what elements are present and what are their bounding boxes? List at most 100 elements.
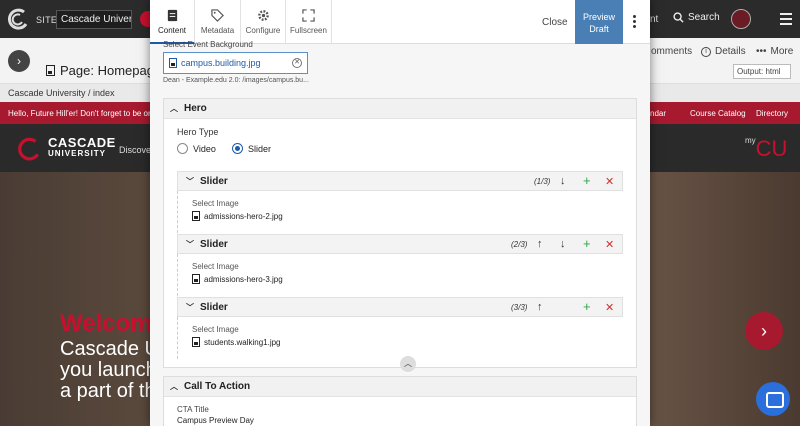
slider-title: Slider	[200, 238, 228, 250]
tag-icon	[211, 9, 224, 22]
slider-header[interactable]: ﹀ Slider (2/3) ↑ ↓ + ✕	[177, 234, 623, 254]
tab-metadata-label: Metadata	[200, 26, 235, 35]
radio-video-label: Video	[193, 143, 216, 154]
add-icon[interactable]: +	[583, 173, 591, 188]
slider-count: (1/3)	[534, 177, 551, 186]
tab-configure[interactable]: Configure	[241, 0, 286, 44]
hero-next-button[interactable]: ›	[745, 312, 783, 350]
cta-title-value[interactable]: Campus Preview Day	[177, 416, 254, 425]
cascade-logo-icon[interactable]	[6, 7, 30, 31]
file-path: Dean - Example.edu 2.0: /images/campus.b…	[163, 77, 309, 84]
chevron-right-icon[interactable]: ›	[8, 50, 30, 72]
comments-label: omments	[651, 46, 693, 57]
move-down-icon[interactable]: ↓	[560, 238, 566, 250]
preview-draft-button[interactable]: Preview Draft	[575, 0, 623, 44]
slider-content: Select Image students.walking1.jpg	[177, 317, 623, 359]
details-link[interactable]: i Details	[701, 46, 746, 57]
chevron-down-icon: ﹀	[186, 302, 194, 312]
slider-count: (2/3)	[511, 240, 528, 249]
slider-count: (3/3)	[511, 303, 528, 312]
alert-link-directory[interactable]: Directory	[756, 109, 788, 118]
add-icon[interactable]: +	[583, 236, 591, 251]
chat-icon[interactable]	[756, 382, 790, 416]
selected-image-name: admissions-hero-2.jpg	[204, 211, 283, 221]
tab-metadata[interactable]: Metadata	[195, 0, 241, 44]
selected-image[interactable]: admissions-hero-3.jpg	[192, 274, 609, 284]
alert-link-calendar[interactable]: ndar	[650, 109, 666, 118]
output-select[interactable]: Output: html	[733, 64, 791, 79]
document-icon	[167, 9, 177, 22]
tab-content[interactable]: Content	[150, 0, 195, 44]
radio-slider-label: Slider	[248, 143, 272, 154]
slider-title: Slider	[200, 301, 228, 313]
more-label: More	[770, 46, 794, 57]
move-up-icon[interactable]: ↑	[537, 238, 543, 250]
move-down-icon[interactable]: ↓	[560, 175, 566, 187]
clear-file-icon[interactable]: ✕	[292, 58, 302, 68]
mycu-text: CU	[755, 136, 788, 161]
preview-label: Preview	[582, 12, 615, 22]
university-logo-icon	[18, 137, 40, 161]
university-logo-text: CASCADE UNIVERSITY	[48, 136, 116, 159]
select-image-label: Select Image	[192, 199, 239, 208]
delete-icon[interactable]: ✕	[605, 301, 614, 314]
selected-image[interactable]: admissions-hero-2.jpg	[192, 211, 609, 221]
more-dots-icon: •••	[756, 46, 767, 57]
info-icon: i	[701, 46, 711, 57]
avatar[interactable]	[731, 9, 751, 29]
draft-label: Draft	[589, 24, 609, 34]
selected-image-name: students.walking1.jpg	[204, 337, 281, 347]
hero-type-label: Hero Type	[177, 127, 219, 137]
close-button[interactable]: Close	[542, 17, 568, 28]
comments-link[interactable]: omments	[651, 46, 692, 57]
image-file-icon	[169, 58, 177, 68]
hero-section-title: Hero	[184, 103, 207, 114]
tab-configure-label: Configure	[245, 26, 281, 35]
slider-header[interactable]: ﹀ Slider (1/3) ↓ + ✕	[177, 171, 623, 191]
slider-item: ﹀ Slider (1/3) ↓ + ✕ Select Image admiss…	[177, 171, 623, 233]
search-button[interactable]: Search	[673, 12, 720, 23]
image-file-icon	[192, 337, 200, 347]
selected-image-name: admissions-hero-3.jpg	[204, 274, 283, 284]
selected-image[interactable]: students.walking1.jpg	[192, 337, 609, 347]
edit-modal: Content Metadata Configure Fullscreen Cl…	[150, 0, 650, 426]
topbar-truncated-text: nt	[650, 14, 659, 25]
file-chip-name: campus.building.jpg	[181, 58, 261, 68]
hero-section-header[interactable]: ︿ Hero	[164, 99, 636, 119]
radio-video[interactable]: Video	[177, 143, 216, 154]
kebab-menu-icon[interactable]	[633, 15, 636, 30]
add-icon[interactable]: +	[583, 299, 591, 314]
collapse-section-icon[interactable]: ︿	[400, 356, 416, 372]
delete-icon[interactable]: ✕	[605, 238, 614, 251]
image-file-icon	[192, 274, 200, 284]
slider-title: Slider	[200, 175, 228, 187]
hero-section: ︿ Hero Hero Type Video Slider ﹀ Slider (…	[163, 98, 637, 368]
delete-icon[interactable]: ✕	[605, 175, 614, 188]
site-select[interactable]: Cascade University	[56, 10, 132, 29]
tab-fullscreen[interactable]: Fullscreen	[286, 0, 332, 44]
radio-slider-control[interactable]	[232, 143, 243, 154]
menu-icon[interactable]	[780, 13, 792, 28]
chevron-down-icon: ﹀	[186, 176, 194, 186]
slider-content: Select Image admissions-hero-2.jpg	[177, 191, 623, 233]
mycu-prefix: my	[745, 136, 756, 145]
select-image-label: Select Image	[192, 325, 239, 334]
mycu-logo[interactable]: myCU	[745, 136, 787, 162]
move-up-icon[interactable]: ↑	[537, 301, 543, 313]
modal-body: Select Event Background campus.building.…	[150, 40, 650, 426]
image-file-icon	[192, 211, 200, 221]
more-link[interactable]: ••• More	[756, 46, 793, 57]
cta-section: ︿ Call To Action CTA Title Campus Previe…	[163, 376, 637, 426]
select-image-label: Select Image	[192, 262, 239, 271]
radio-slider[interactable]: Slider	[232, 143, 271, 154]
slider-item: ﹀ Slider (3/3) ↑ + ✕ Select Image studen…	[177, 297, 623, 359]
search-label: Search	[688, 12, 720, 23]
cta-section-title: Call To Action	[184, 381, 251, 392]
radio-video-control[interactable]	[177, 143, 188, 154]
event-background-file[interactable]: campus.building.jpg ✕	[163, 52, 308, 74]
cta-section-header[interactable]: ︿ Call To Action	[164, 377, 636, 397]
nav-discover[interactable]: Discover	[119, 145, 154, 155]
event-background-label: Select Event Background	[163, 40, 253, 49]
alert-link-course-catalog[interactable]: Course Catalog	[690, 109, 746, 118]
slider-header[interactable]: ﹀ Slider (3/3) ↑ + ✕	[177, 297, 623, 317]
